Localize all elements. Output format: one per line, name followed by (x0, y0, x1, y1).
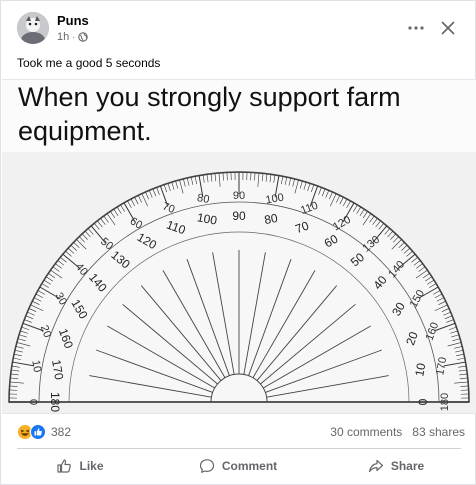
thumbs-up-icon (57, 459, 72, 473)
avatar[interactable] (17, 12, 49, 44)
post-meta: 1h · (57, 31, 88, 43)
protractor-outer-label: 180 (439, 393, 451, 411)
protractor-outer-label: 80 (196, 192, 210, 206)
comment-label: Comment (221, 459, 278, 473)
share-button[interactable]: Share (317, 449, 475, 483)
protractor-inner-label: 80 (263, 211, 279, 227)
close-button[interactable] (435, 15, 461, 41)
more-options-button[interactable] (403, 15, 429, 41)
share-arrow-icon (368, 459, 383, 473)
protractor-outer-label: 10 (29, 359, 43, 373)
reaction-count: 382 (51, 425, 72, 439)
protractor-inner-label: 10 (412, 362, 428, 378)
meme-text: When you strongly support farm equipment… (18, 82, 401, 146)
more-options-icon (408, 26, 424, 30)
close-icon (441, 21, 455, 35)
author-name[interactable]: Puns (57, 13, 89, 28)
protractor-outer-label: 90 (233, 190, 245, 202)
shares-count[interactable]: 83 shares (412, 425, 465, 439)
comment-button[interactable]: Comment (159, 449, 317, 483)
protractor-inner-label: 180 (48, 392, 62, 412)
globe-icon (78, 32, 88, 42)
post-header: Puns 1h · (1, 1, 475, 51)
post-card: Puns 1h · Took me a good 5 seconds When … (0, 0, 476, 485)
protractor-image: 01020304050607080 90 100110120130140150160… (8, 171, 470, 412)
comments-count[interactable]: 30 comments (330, 425, 402, 439)
like-button[interactable]: Like (1, 449, 159, 483)
reactions-summary[interactable]: 382 (17, 424, 71, 440)
post-time[interactable]: 1h (57, 31, 69, 43)
meta-separator: · (72, 32, 76, 42)
protractor-outer-label: 0 (27, 399, 39, 405)
post-image[interactable]: When you strongly support farm equipment… (2, 79, 476, 414)
protractor-inner-label: 0 (416, 398, 430, 405)
engagement-counts: 30 comments 83 shares (330, 425, 465, 439)
post-stats: 382 30 comments 83 shares (17, 422, 465, 442)
post-actions: Like Comment Share (1, 449, 475, 483)
share-label: Share (390, 459, 425, 473)
reaction-icons (17, 424, 46, 440)
comment-bubble-icon (199, 459, 214, 473)
like-reaction-icon (30, 424, 46, 440)
post-caption: Took me a good 5 seconds (17, 56, 161, 70)
like-label: Like (79, 459, 104, 473)
protractor-inner-label: 90 (232, 209, 246, 223)
